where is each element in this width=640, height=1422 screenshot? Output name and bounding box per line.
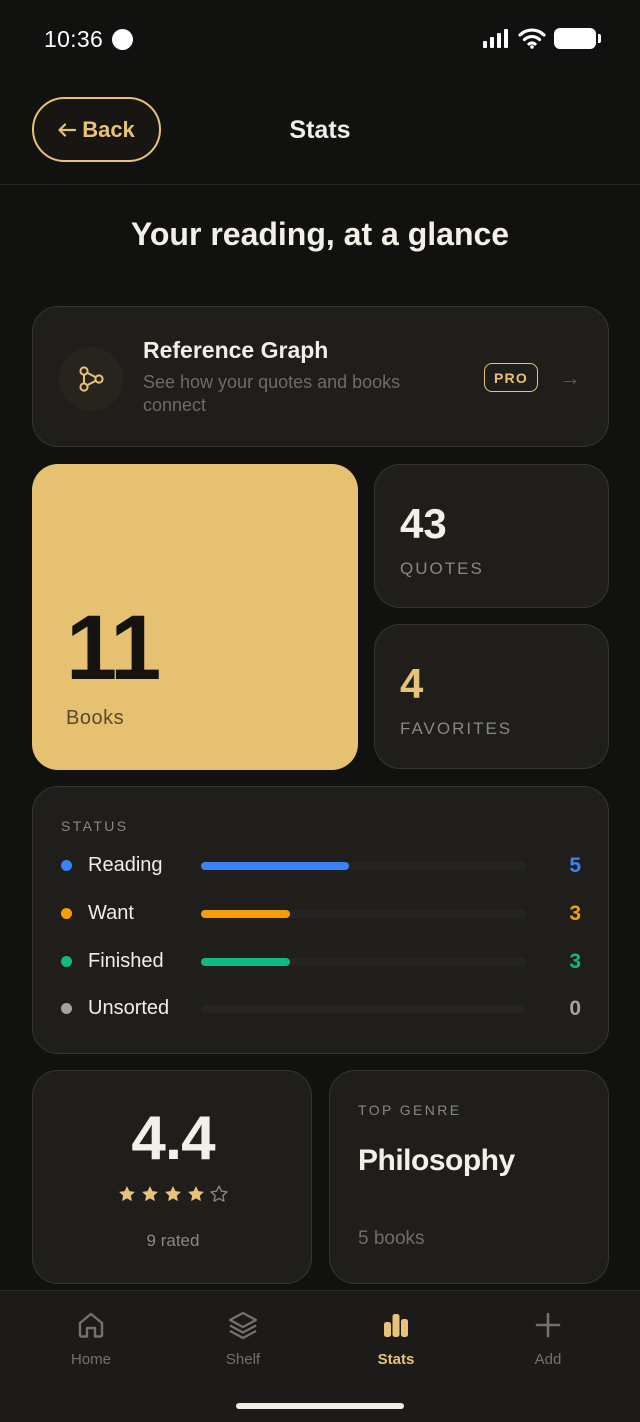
- books-stat-card[interactable]: 11 Books: [32, 464, 358, 770]
- status-bar: 10:36: [0, 0, 640, 80]
- bar-chart-icon: [384, 1314, 408, 1337]
- reference-graph-subtitle: See how your quotes and books connect: [143, 372, 401, 415]
- status-row-finished[interactable]: Finished 3: [61, 947, 581, 977]
- plus-icon: [535, 1312, 561, 1338]
- tab-label: Stats: [377, 1351, 415, 1368]
- quotes-stat-card[interactable]: 43 QUOTES: [374, 464, 609, 608]
- reference-graph-card[interactable]: Reference Graph See how your quotes and …: [32, 306, 609, 447]
- signal-icon: [483, 29, 508, 48]
- books-count: 11: [66, 597, 161, 699]
- star-filled-icon: [142, 1186, 158, 1202]
- status-row-want[interactable]: Want 3: [61, 899, 581, 929]
- status-icons: [482, 27, 601, 49]
- status-dot: [61, 908, 72, 919]
- app-header: Back Stats: [0, 80, 640, 185]
- status-bar-track: [201, 862, 526, 870]
- status-heading: STATUS: [61, 818, 129, 834]
- status-row-unsorted[interactable]: Unsorted 0: [61, 994, 581, 1024]
- star-rating: [33, 1184, 313, 1204]
- top-genre-card[interactable]: TOP GENRE Philosophy 5 books: [329, 1070, 609, 1284]
- status-label: Want: [88, 902, 134, 924]
- status-label: Reading: [88, 854, 163, 876]
- status-card: STATUS Reading 5 Want 3 Finished 3 Unsor…: [32, 786, 609, 1054]
- tab-stats[interactable]: Stats: [336, 1309, 456, 1373]
- pro-badge: PRO: [484, 363, 538, 392]
- rated-count: 9 rated: [146, 1231, 200, 1250]
- layers-icon: [228, 1311, 258, 1340]
- top-genre-count: 5 books: [358, 1228, 425, 1249]
- star-filled-icon: [165, 1186, 181, 1202]
- star-filled-icon: [119, 1186, 135, 1202]
- status-label: Unsorted: [88, 997, 170, 1019]
- star-empty-icon: [210, 1185, 228, 1202]
- favorites-stat-card[interactable]: 4 FAVORITES: [374, 624, 609, 769]
- status-bar-fill: [201, 958, 290, 966]
- page-title: Stats: [289, 116, 351, 144]
- status-count: 0: [569, 997, 581, 1020]
- arrow-right-icon: →: [559, 365, 581, 390]
- wifi-icon: [518, 28, 546, 49]
- status-row-reading[interactable]: Reading 5: [61, 851, 581, 881]
- status-dot: [61, 956, 72, 967]
- books-label: Books: [66, 707, 125, 729]
- reference-graph-title: Reference Graph: [143, 337, 329, 363]
- status-count: 3: [569, 950, 581, 973]
- tab-home[interactable]: Home: [31, 1309, 151, 1373]
- status-count: 3: [569, 902, 581, 925]
- status-bar-track: [201, 1005, 526, 1013]
- status-count: 5: [569, 854, 581, 877]
- status-bar-track: [201, 958, 526, 966]
- status-bar-fill: [201, 862, 349, 870]
- tab-label: Add: [534, 1351, 562, 1368]
- graph-icon: [59, 347, 123, 411]
- average-rating: 4.4: [131, 1104, 215, 1173]
- home-icon: [78, 1312, 104, 1338]
- star-filled-icon: [188, 1186, 204, 1202]
- favorites-label: FAVORITES: [400, 719, 513, 738]
- tab-shelf[interactable]: Shelf: [183, 1309, 303, 1373]
- quotes-label: QUOTES: [400, 559, 484, 578]
- recording-dot-icon: [112, 29, 133, 50]
- rating-card: 4.4 9 rated: [32, 1070, 312, 1284]
- status-time: 10:36: [44, 26, 104, 52]
- top-genre-name: Philosophy: [358, 1144, 515, 1177]
- status-dot: [61, 860, 72, 871]
- favorites-count: 4: [400, 660, 424, 707]
- tab-label: Shelf: [225, 1351, 261, 1368]
- quotes-count: 43: [400, 500, 447, 547]
- status-label: Finished: [88, 950, 164, 972]
- status-bar-track: [201, 910, 526, 918]
- status-bar-fill: [201, 910, 290, 918]
- status-dot: [61, 1003, 72, 1014]
- tab-add[interactable]: Add: [488, 1309, 608, 1373]
- section-heading: Your reading, at a glance: [130, 216, 510, 252]
- bottom-tab-bar: Home Shelf Stats Add: [0, 1290, 640, 1422]
- top-genre-label: TOP GENRE: [358, 1102, 462, 1118]
- battery-icon: [554, 27, 601, 49]
- home-indicator: [236, 1403, 404, 1409]
- tab-label: Home: [70, 1351, 111, 1368]
